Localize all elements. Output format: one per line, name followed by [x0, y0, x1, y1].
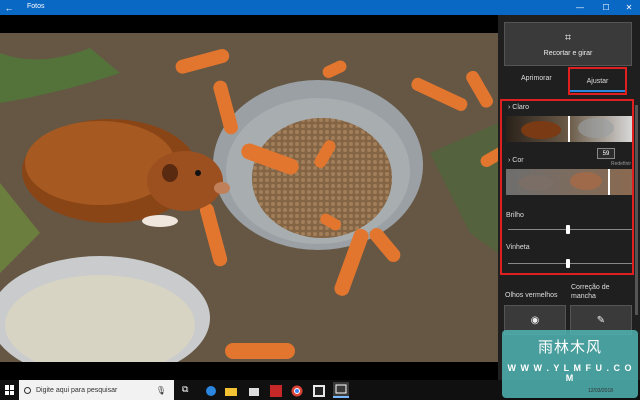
chevron-right-icon: › — [508, 157, 511, 164]
file-explorer-icon[interactable] — [225, 384, 237, 396]
watermark-url: W W W . Y L M F U . C O M — [507, 363, 633, 383]
microphone-icon[interactable]: 🎙 — [156, 386, 166, 395]
store-icon[interactable] — [248, 384, 260, 396]
adjust-controls: › Claro › Cor 59 Redefinir Brilho Vinhet… — [500, 99, 634, 275]
edge-icon[interactable] — [205, 384, 217, 396]
start-button[interactable] — [5, 385, 15, 395]
watermark-logo: 雨林木风 W W W . Y L M F U . C O M 12/03/201… — [502, 330, 638, 398]
vinheta-slider-thumb[interactable] — [566, 259, 570, 268]
minimize-icon: — — [576, 3, 584, 12]
maximize-icon: ☐ — [602, 3, 610, 12]
tab-aprimorar[interactable]: Aprimorar — [521, 75, 552, 82]
photo-canvas[interactable] — [0, 33, 498, 362]
brilho-slider-track[interactable] — [508, 229, 632, 230]
crop-icon: ⌗ — [564, 31, 572, 44]
close-icon: ✕ — [625, 3, 633, 12]
top-letterbox — [0, 15, 498, 33]
brilho-label: Brilho — [506, 212, 524, 219]
photos-app-window: ← Fotos — ☐ ✕ ⌗ Recortar e girar Aprimor… — [0, 0, 640, 400]
claro-label: Claro — [512, 104, 530, 111]
window-title: Fotos — [27, 3, 45, 10]
chevron-right-icon: › — [508, 104, 511, 111]
cor-label: Cor — [512, 157, 524, 164]
edit-tabs: Aprimorar Ajustar — [498, 67, 640, 95]
acrobat-icon[interactable] — [270, 384, 282, 397]
cortana-icon — [24, 386, 31, 394]
value-tooltip: 59 — [597, 148, 615, 159]
panel-scrollbar[interactable] — [635, 105, 638, 315]
cor-slider-handle[interactable] — [608, 169, 610, 195]
red-eye-label: Olhos vermelhos — [505, 292, 558, 299]
cor-slider-thumbnail[interactable] — [506, 169, 632, 195]
photos-app-icon[interactable] — [333, 382, 349, 398]
brilho-slider-thumb[interactable] — [566, 225, 570, 234]
sticky-notes-icon[interactable] — [313, 384, 325, 397]
minimize-button[interactable]: — — [569, 0, 591, 15]
cor-preview-strip — [506, 169, 632, 195]
active-tab-indicator — [570, 90, 625, 92]
vinheta-label: Vinheta — [506, 244, 530, 251]
title-bar: ← Fotos — ☐ ✕ — [0, 0, 640, 15]
windows-logo-icon — [5, 385, 9, 390]
close-button[interactable]: ✕ — [618, 0, 640, 15]
edit-panel: ⌗ Recortar e girar Aprimorar Ajustar › C… — [498, 15, 640, 380]
guinea-pig-photo — [0, 33, 498, 362]
maximize-button[interactable]: ☐ — [595, 0, 617, 15]
crop-rotate-button[interactable]: ⌗ Recortar e girar — [504, 22, 632, 66]
cor-section-label[interactable]: › Cor — [508, 157, 524, 164]
eye-icon: ◉ — [530, 314, 540, 326]
spot-fix-icon: ✎ — [596, 314, 606, 326]
watermark-title: 雨林木风 — [537, 338, 602, 356]
spot-fix-label: Correção de mancha — [571, 284, 610, 300]
taskbar-date: 12/03/2018 — [588, 388, 614, 394]
claro-section-label[interactable]: › Claro — [508, 104, 529, 111]
claro-slider-handle[interactable] — [568, 116, 570, 142]
back-button[interactable]: ← — [0, 0, 18, 15]
crop-rotate-label: Recortar e girar — [543, 49, 593, 57]
reset-link[interactable]: Redefinir — [611, 161, 631, 167]
back-arrow-icon: ← — [4, 2, 14, 13]
taskbar-search-box[interactable]: Digite aqui para pesquisar 🎙 — [19, 380, 174, 400]
search-placeholder: Digite aqui para pesquisar — [36, 386, 118, 394]
claro-slider-thumbnail[interactable] — [506, 116, 632, 142]
bottom-letterbox — [0, 362, 498, 380]
chrome-icon[interactable] — [291, 384, 303, 397]
vinheta-slider-track[interactable] — [508, 263, 632, 264]
task-view-icon[interactable]: ⧉ — [182, 384, 194, 396]
